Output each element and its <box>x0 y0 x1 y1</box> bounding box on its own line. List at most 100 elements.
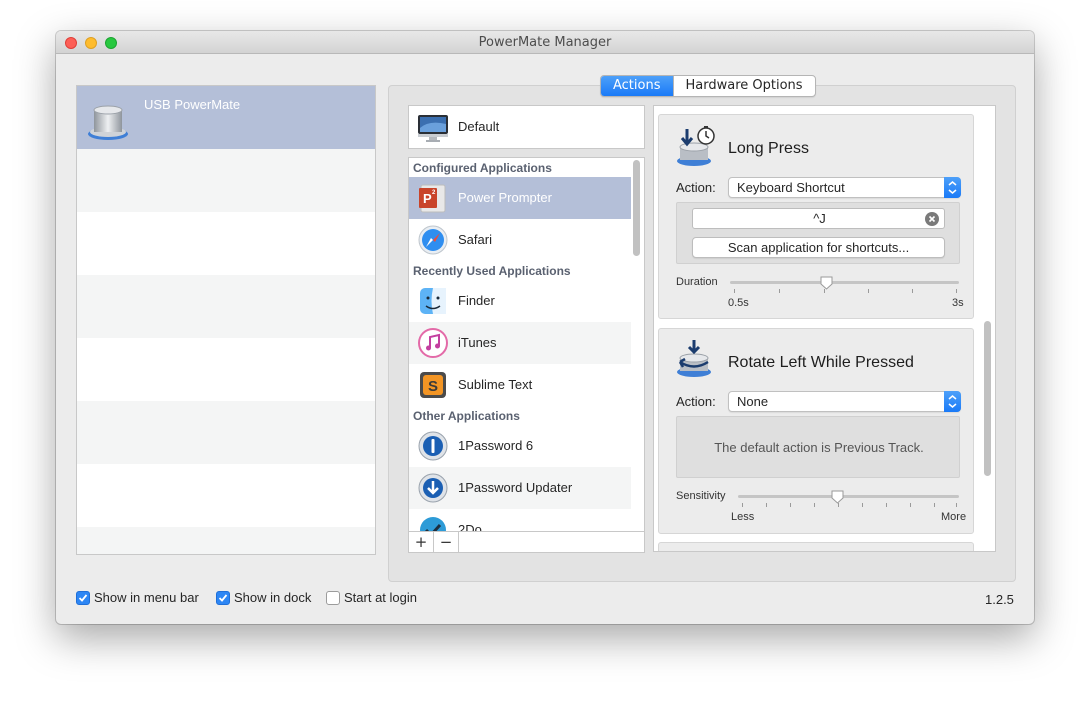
device-list-empty-row <box>77 527 375 554</box>
duration-slider-track[interactable] <box>730 281 959 284</box>
segmented-tabs[interactable]: Actions Hardware Options <box>600 75 816 97</box>
slider-tick <box>742 503 743 507</box>
duration-min-label: 0.5s <box>728 297 749 309</box>
default-app-item[interactable]: Default <box>408 105 645 149</box>
start-at-login-label[interactable]: Start at login <box>344 590 417 605</box>
tab-hardware-options[interactable]: Hardware Options <box>672 76 815 96</box>
window-title: PowerMate Manager <box>478 35 612 50</box>
select-arrows-icon <box>944 177 961 198</box>
application-list-scrollbar[interactable] <box>633 160 640 256</box>
select-value: None <box>737 394 769 409</box>
device-list-empty-row <box>77 212 375 275</box>
scan-shortcuts-button[interactable]: Scan application for shortcuts... <box>692 237 945 258</box>
app-label: Power Prompter <box>458 190 552 205</box>
shortcut-field[interactable]: ^J <box>692 208 945 229</box>
default-app-label: Default <box>458 119 500 134</box>
powermate-knob-icon <box>88 105 128 140</box>
app-row-1password-6[interactable]: 1Password 6 <box>409 425 631 467</box>
sensitivity-label: Sensitivity <box>676 490 726 502</box>
app-row-finder[interactable]: Finder <box>409 280 631 322</box>
rotate-left-card: Rotate Left While Pressed Action: None T… <box>658 328 974 534</box>
actions-panel[interactable]: Long Press Action: Keyboard Shortcut ^J … <box>653 105 996 552</box>
add-application-button[interactable]: + <box>409 532 434 553</box>
app-row-power-prompter[interactable]: P 2 Power Prompter <box>409 177 631 219</box>
itunes-icon <box>418 328 448 358</box>
show-in-dock-label[interactable]: Show in dock <box>234 590 311 605</box>
clear-shortcut-icon[interactable] <box>925 212 939 226</box>
app-row-safari[interactable]: Safari <box>409 219 631 261</box>
onepassword-icon <box>418 431 448 461</box>
slider-tick <box>886 503 887 507</box>
safari-icon <box>418 225 448 255</box>
recently-used-applications-header: Recently Used Applications <box>413 264 571 278</box>
default-action-note: The default action is Previous Track. <box>714 440 924 455</box>
start-at-login-checkbox[interactable] <box>326 591 340 605</box>
slider-tick <box>910 503 911 507</box>
long-press-action-select[interactable]: Keyboard Shortcut <box>728 177 961 198</box>
sensitivity-slider-knob[interactable] <box>831 490 844 504</box>
device-list-empty-row <box>77 149 375 212</box>
long-press-icon <box>677 126 715 166</box>
shortcut-value: ^J <box>813 211 826 226</box>
default-action-note-box: The default action is Previous Track. <box>676 416 960 478</box>
device-list[interactable]: USB PowerMate <box>76 85 376 555</box>
device-list-empty-row <box>77 464 375 527</box>
duration-slider-knob[interactable] <box>820 276 833 290</box>
slider-tick <box>956 503 957 507</box>
slider-tick <box>862 503 863 507</box>
shortcut-group: ^J Scan application for shortcuts... <box>676 202 960 264</box>
device-name: USB PowerMate <box>144 97 241 112</box>
imac-icon <box>418 115 448 142</box>
sensitivity-max-label: More <box>941 511 967 523</box>
application-list-footer: + − <box>408 531 645 553</box>
device-row-usb-powermate[interactable]: USB PowerMate <box>77 86 375 149</box>
duration-label: Duration <box>676 276 718 288</box>
show-in-menu-bar-checkbox[interactable] <box>76 591 90 605</box>
app-label: Finder <box>458 293 495 308</box>
slider-tick <box>734 289 735 293</box>
slider-tick <box>790 503 791 507</box>
duration-max-label: 3s <box>952 297 964 309</box>
svg-text:S: S <box>428 378 438 395</box>
slider-tick <box>868 289 869 293</box>
app-row-itunes[interactable]: iTunes <box>409 322 631 364</box>
rotate-left-icon <box>677 340 711 377</box>
show-in-dock-checkbox[interactable] <box>216 591 230 605</box>
checkmark-icon <box>78 594 88 602</box>
slider-tick <box>956 289 957 293</box>
sensitivity-slider-track[interactable] <box>738 495 959 498</box>
sublime-text-icon: S <box>420 372 446 398</box>
powerpoint-icon: P 2 <box>419 184 446 213</box>
app-label: iTunes <box>458 335 497 350</box>
configured-applications-header: Configured Applications <box>413 161 552 175</box>
long-press-title: Long Press <box>728 140 809 157</box>
app-label: 1Password Updater <box>458 480 573 495</box>
action-label: Action: <box>676 394 716 409</box>
app-row-1password-updater[interactable]: 1Password Updater <box>409 467 631 509</box>
device-list-empty-row <box>77 401 375 464</box>
app-window: PowerMate Manager USB PowerMate Actions … <box>56 31 1034 624</box>
device-list-empty-row <box>77 275 375 338</box>
remove-application-button[interactable]: − <box>434 532 459 553</box>
application-list[interactable]: Configured Applications P 2 Power Prompt… <box>408 157 645 553</box>
action-label: Action: <box>676 180 716 195</box>
next-action-card <box>658 542 974 551</box>
onepassword-updater-icon <box>418 473 448 503</box>
show-in-menu-bar-label[interactable]: Show in menu bar <box>94 590 199 605</box>
device-list-empty-row <box>77 338 375 401</box>
other-applications-header: Other Applications <box>413 409 520 423</box>
title-bar[interactable]: PowerMate Manager <box>56 31 1034 54</box>
actions-panel-scrollbar[interactable] <box>984 321 991 476</box>
sensitivity-min-label: Less <box>731 511 755 523</box>
app-label: Sublime Text <box>458 377 533 392</box>
app-label: Safari <box>458 232 492 247</box>
slider-tick <box>814 503 815 507</box>
rotate-left-title: Rotate Left While Pressed <box>728 354 914 371</box>
long-press-card: Long Press Action: Keyboard Shortcut ^J … <box>658 114 974 319</box>
version-label: 1.2.5 <box>985 592 1014 607</box>
rotate-left-action-select[interactable]: None <box>728 391 961 412</box>
app-label: 1Password 6 <box>458 438 534 453</box>
app-row-sublime-text[interactable]: S Sublime Text <box>409 364 631 406</box>
tab-actions[interactable]: Actions <box>601 76 673 96</box>
checkmark-icon <box>218 594 228 602</box>
